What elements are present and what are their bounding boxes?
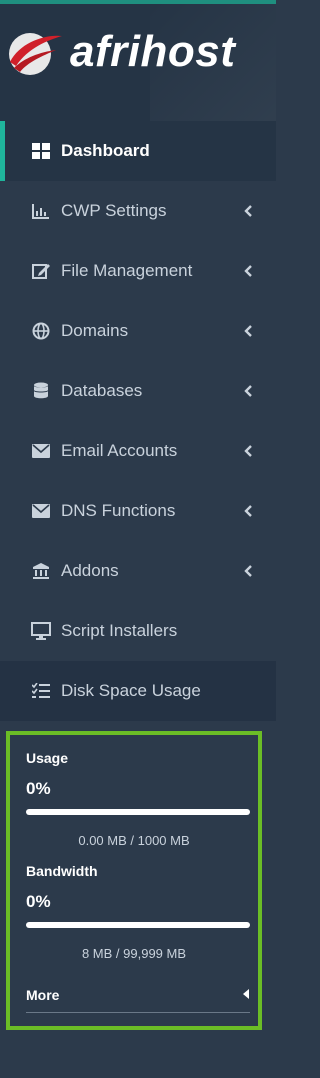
monitor-icon	[30, 621, 52, 641]
envelope-icon	[30, 441, 52, 461]
sidebar-item-cwp-settings[interactable]: CWP Settings	[0, 181, 276, 241]
grid-icon	[30, 141, 52, 161]
usage-title: Usage	[26, 750, 69, 766]
resource-usage-panel: Usage 0% 0.00 MB / 1000 MB Bandwidth 0% …	[6, 731, 262, 1030]
sidebar-item-label: Script Installers	[61, 621, 178, 640]
chevron-left-icon	[244, 445, 252, 457]
bandwidth-progress-bar	[26, 922, 250, 928]
sidebar-item-email-accounts[interactable]: Email Accounts	[0, 421, 276, 481]
sidebar-item-label: Disk Space Usage	[61, 681, 201, 700]
sidebar-item-label: Domains	[61, 321, 129, 340]
sidebar-item-domains[interactable]: Domains	[0, 301, 276, 361]
envelope-icon	[30, 501, 52, 521]
sidebar-item-dns-functions[interactable]: DNS Functions	[0, 481, 276, 541]
bandwidth-percent: 0%	[26, 892, 51, 911]
bar-chart-icon	[30, 201, 52, 221]
caret-left-icon[interactable]	[242, 988, 250, 1000]
sidebar-item-addons[interactable]: Addons	[0, 541, 276, 601]
sidebar-item-dashboard[interactable]: Dashboard	[0, 121, 276, 181]
chevron-left-icon	[244, 505, 252, 517]
sidebar-item-label: DNS Functions	[61, 501, 176, 520]
brand-header[interactable]: afrihost	[0, 4, 276, 121]
sidebar-item-label: CWP Settings	[61, 201, 167, 220]
sidebar-item-file-management[interactable]: File Management	[0, 241, 276, 301]
active-indicator	[0, 121, 5, 181]
sidebar-item-script-installers[interactable]: Script Installers	[0, 601, 276, 661]
chevron-left-icon	[244, 325, 252, 337]
sidebar-item-label: Addons	[61, 561, 119, 580]
afrihost-logo-icon	[9, 33, 62, 75]
chevron-left-icon	[244, 265, 252, 277]
database-icon	[30, 381, 52, 401]
usage-detail: 0.00 MB / 1000 MB	[78, 833, 190, 848]
brand-name: afrihost	[70, 27, 236, 76]
sidebar-item-label: Email Accounts	[61, 441, 178, 460]
checklist-icon	[30, 681, 52, 701]
sidebar-item-label: Databases	[61, 381, 143, 400]
usage-progress-bar	[26, 809, 250, 815]
bandwidth-title: Bandwidth	[26, 863, 98, 879]
more-link[interactable]: More	[26, 987, 59, 1003]
more-divider	[26, 1012, 250, 1013]
chevron-left-icon	[244, 385, 252, 397]
sidebar-item-label: File Management	[61, 261, 193, 280]
chevron-left-icon	[244, 565, 252, 577]
usage-percent: 0%	[26, 779, 51, 798]
globe-icon	[30, 321, 52, 341]
sidebar-item-databases[interactable]: Databases	[0, 361, 276, 421]
chevron-left-icon	[244, 205, 252, 217]
bandwidth-detail: 8 MB / 99,999 MB	[81, 946, 187, 961]
edit-icon	[30, 261, 52, 281]
bank-icon	[30, 561, 52, 581]
sidebar-menu: Dashboard CWP Settings File Management D…	[0, 121, 276, 721]
sidebar-item-disk-space-usage[interactable]: Disk Space Usage	[0, 661, 276, 721]
sidebar-item-label: Dashboard	[61, 141, 150, 160]
